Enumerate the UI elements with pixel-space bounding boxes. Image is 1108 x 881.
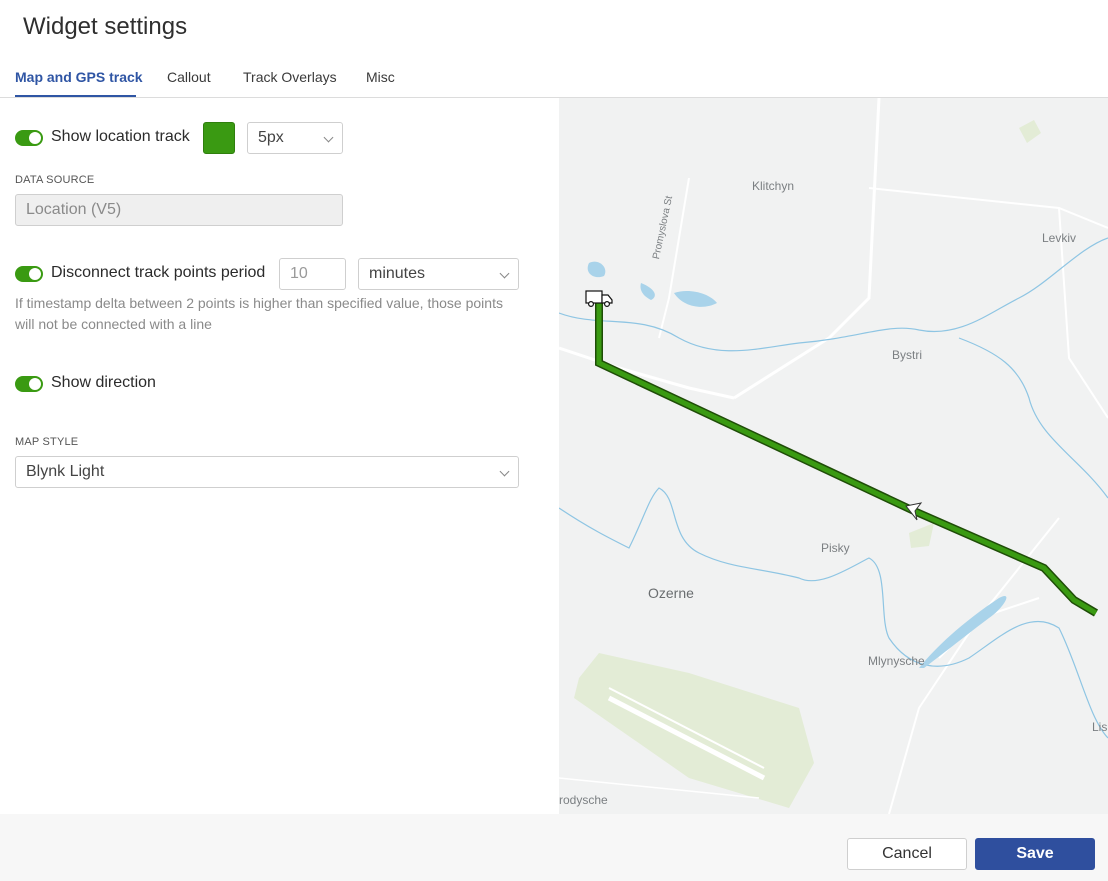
pond bbox=[587, 261, 606, 278]
show-location-track-label: Show location track bbox=[51, 128, 190, 145]
map-label-rodysche: rodysche bbox=[559, 793, 608, 807]
disconnect-track-toggle[interactable] bbox=[15, 266, 43, 282]
disconnect-period-input[interactable]: 10 bbox=[279, 258, 346, 290]
chevron-down-icon bbox=[499, 268, 510, 279]
disconnect-hint: If timestamp delta between 2 points is h… bbox=[15, 295, 503, 332]
track-width-value: 5px bbox=[258, 129, 284, 146]
chevron-down-icon bbox=[323, 132, 334, 143]
map-canvas bbox=[559, 98, 1108, 814]
disconnect-period-value: 10 bbox=[290, 265, 308, 282]
chevron-down-icon bbox=[499, 466, 510, 477]
map-label-klitchyn: Klitchyn bbox=[752, 179, 795, 193]
road bbox=[868, 187, 1108, 229]
tab-bar: Map and GPS track Callout Track Overlays… bbox=[0, 60, 1108, 98]
road bbox=[733, 98, 881, 400]
map-label-pisky: Pisky bbox=[821, 541, 850, 555]
disconnect-unit-value: minutes bbox=[369, 265, 426, 282]
road bbox=[559, 346, 735, 400]
river bbox=[958, 337, 1108, 499]
airfield-area bbox=[574, 653, 814, 808]
map-label-ozerne: Ozerne bbox=[648, 585, 694, 601]
map-preview[interactable]: Klitchyn Levkiv Promyslova St Bystri Pis… bbox=[559, 98, 1108, 814]
map-label-levkiv: Levkiv bbox=[1042, 231, 1077, 245]
tab-callout[interactable]: Callout bbox=[167, 69, 211, 85]
active-tab-indicator bbox=[15, 95, 136, 97]
lake bbox=[919, 596, 1007, 668]
map-label-bystri: Bystri bbox=[892, 348, 922, 362]
disconnect-unit-select[interactable]: minutes bbox=[358, 258, 519, 290]
tab-map-and-gps-track[interactable]: Map and GPS track bbox=[15, 69, 143, 85]
map-label-mlynysche: Mlynysche bbox=[868, 654, 925, 668]
show-direction-toggle[interactable] bbox=[15, 376, 43, 392]
track-width-select[interactable]: 5px bbox=[247, 122, 343, 154]
data-source-value: Location (V5) bbox=[26, 201, 122, 218]
pond bbox=[640, 283, 655, 300]
dialog-footer: Cancel Save bbox=[0, 814, 1108, 881]
disconnect-track-label: Disconnect track points period bbox=[51, 264, 266, 281]
map-style-select[interactable]: Blynk Light bbox=[15, 456, 519, 488]
map-label-lis: Lis bbox=[1092, 720, 1108, 734]
show-location-track-toggle[interactable] bbox=[15, 130, 43, 146]
tab-misc[interactable]: Misc bbox=[366, 69, 395, 85]
dialog-title: Widget settings bbox=[23, 13, 188, 40]
show-direction-label: Show direction bbox=[51, 374, 156, 391]
map-style-caption: MAP STYLE bbox=[15, 436, 79, 448]
cancel-button[interactable]: Cancel bbox=[847, 838, 967, 870]
pond bbox=[674, 291, 717, 307]
save-button[interactable]: Save bbox=[975, 838, 1095, 870]
map-style-value: Blynk Light bbox=[26, 463, 105, 480]
widget-settings-dialog: Widget settings Map and GPS track Callou… bbox=[0, 0, 1108, 881]
track-color-picker[interactable] bbox=[203, 122, 235, 154]
data-source-field: Location (V5) bbox=[15, 194, 343, 226]
park-area bbox=[1019, 120, 1041, 143]
data-source-caption: DATA SOURCE bbox=[15, 174, 95, 186]
tab-track-overlays[interactable]: Track Overlays bbox=[243, 69, 337, 85]
park-area bbox=[909, 523, 934, 548]
